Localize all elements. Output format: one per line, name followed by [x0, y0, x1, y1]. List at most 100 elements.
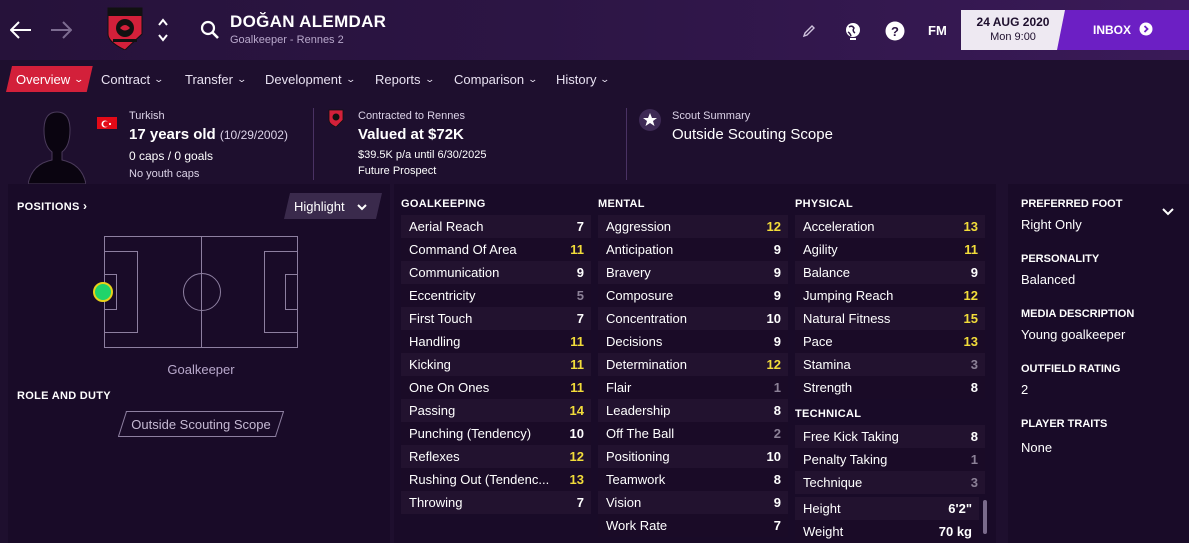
search-icon[interactable]	[200, 20, 220, 40]
edit-pencil-icon[interactable]	[802, 20, 816, 42]
attributes-scrollbar[interactable]	[983, 500, 987, 534]
attribute-row[interactable]: Command Of Area 11	[401, 238, 591, 261]
attribute-row[interactable]: Off The Ball 2	[598, 422, 788, 445]
personality-value[interactable]: Balanced	[1021, 272, 1075, 287]
attribute-row[interactable]: Flair 1	[598, 376, 788, 399]
attribute-row[interactable]: Composure 9	[598, 284, 788, 307]
attribute-row[interactable]: Technique 3	[795, 471, 985, 494]
pitch-six-yard-box-right	[285, 274, 298, 310]
attribute-row[interactable]: Kicking 11	[401, 353, 591, 376]
tab-development[interactable]: Development ⌄	[265, 66, 356, 92]
attribute-row[interactable]: Communication 9	[401, 261, 591, 284]
attribute-row[interactable]: Eccentricity 5	[401, 284, 591, 307]
contract-club[interactable]: Contracted to Rennes	[358, 110, 465, 122]
player-position-club[interactable]: Goalkeeper - Rennes 2	[230, 34, 344, 46]
attribute-row[interactable]: Free Kick Taking 8	[795, 425, 985, 448]
highlight-dropdown[interactable]: Highlight	[284, 193, 382, 219]
attribute-row[interactable]: Stamina 3	[795, 353, 985, 376]
tab-overview[interactable]: Overview ⌄	[6, 66, 93, 92]
fm-menu[interactable]: FM	[928, 23, 947, 38]
attribute-row[interactable]: Punching (Tendency) 10	[401, 422, 591, 445]
attribute-row[interactable]: Aerial Reach 7	[401, 215, 591, 238]
tab-reports[interactable]: Reports ⌄	[375, 66, 435, 92]
attribute-name: Free Kick Taking	[803, 429, 899, 444]
scout-star-icon	[638, 108, 662, 132]
attribute-name: Anticipation	[606, 242, 674, 257]
tab-comparison[interactable]: Comparison ⌄	[454, 66, 538, 92]
date-box[interactable]: 24 AUG 2020 Mon 9:00	[961, 10, 1065, 50]
tab-contract[interactable]: Contract ⌄	[101, 66, 164, 92]
attribute-row[interactable]: Leadership 8	[598, 399, 788, 422]
attribute-value: 5	[576, 288, 584, 303]
goalkeeper-position-marker[interactable]	[93, 282, 113, 302]
back-arrow-icon[interactable]	[9, 18, 33, 42]
attribute-row[interactable]: First Touch 7	[401, 307, 591, 330]
attribute-name: Leadership	[606, 403, 671, 418]
positions-title-text: POSITIONS	[17, 201, 80, 213]
inbox-button[interactable]: INBOX	[1057, 10, 1189, 50]
attribute-row[interactable]: Passing 14	[401, 399, 591, 422]
attribute-row[interactable]: One On Ones 11	[401, 376, 591, 399]
mental-title: MENTAL	[598, 198, 645, 210]
attribute-row[interactable]: Acceleration 13	[795, 215, 985, 238]
attribute-row[interactable]: Concentration 10	[598, 307, 788, 330]
attribute-row[interactable]: Strength 8	[795, 376, 985, 399]
attribute-row[interactable]: Positioning 10	[598, 445, 788, 468]
nationality[interactable]: Turkish	[129, 110, 165, 122]
tab-label: Contract	[101, 71, 151, 87]
attribute-row[interactable]: Natural Fitness 15	[795, 307, 985, 330]
attribute-name: Stamina	[803, 357, 851, 372]
attribute-name: Penalty Taking	[803, 452, 888, 467]
attribute-row[interactable]: Pace 13	[795, 330, 985, 353]
attribute-name: Throwing	[409, 495, 463, 510]
attribute-name: Determination	[606, 357, 687, 372]
attribute-row[interactable]: Penalty Taking 1	[795, 448, 985, 471]
attribute-row[interactable]: Bravery 9	[598, 261, 788, 284]
attribute-row[interactable]: Teamwork 8	[598, 468, 788, 491]
attribute-row[interactable]: Throwing 7	[401, 491, 591, 514]
attribute-name: Teamwork	[606, 472, 666, 487]
attribute-row[interactable]: Work Rate 7	[598, 514, 788, 537]
attribute-value: 9	[773, 334, 781, 349]
attribute-row[interactable]: Reflexes 12	[401, 445, 591, 468]
attribute-value: 7	[773, 518, 781, 533]
attribute-name: Kicking	[409, 357, 451, 372]
forward-arrow-icon[interactable]	[49, 18, 73, 42]
scout-summary-value[interactable]: Outside Scouting Scope	[672, 126, 833, 143]
attribute-row[interactable]: Balance 9	[795, 261, 985, 284]
club-crest-icon[interactable]	[104, 6, 146, 51]
attribute-name: Rushing Out (Tendenc...	[409, 472, 550, 487]
attribute-row[interactable]: Determination 12	[598, 353, 788, 376]
attribute-row[interactable]: Decisions 9	[598, 330, 788, 353]
bio-row[interactable]: Weight 70 kg	[795, 520, 979, 543]
attribute-row[interactable]: Handling 11	[401, 330, 591, 353]
player-age: 17 years old (10/29/2002)	[129, 126, 288, 143]
attribute-value: 9	[970, 265, 978, 280]
club-switch-chevrons-icon[interactable]	[157, 16, 169, 44]
chevron-right-icon: ›	[82, 199, 88, 213]
player-traits-label: PLAYER TRAITS	[1021, 418, 1108, 430]
attribute-row[interactable]: Vision 9	[598, 491, 788, 514]
bio-value: 70 kg	[938, 524, 972, 539]
tab-transfer[interactable]: Transfer ⌄	[185, 66, 247, 92]
attribute-value: 11	[570, 242, 584, 257]
preferred-foot-value: Right Only	[1021, 217, 1082, 232]
attribute-row[interactable]: Rushing Out (Tendenc... 13	[401, 468, 591, 491]
attribute-value: 1	[970, 452, 978, 467]
attribute-row[interactable]: Aggression 12	[598, 215, 788, 238]
attribute-row[interactable]: Agility 11	[795, 238, 985, 261]
attribute-row[interactable]: Anticipation 9	[598, 238, 788, 261]
positions-title[interactable]: POSITIONS ›	[17, 199, 87, 213]
help-question-icon[interactable]: ?	[885, 20, 905, 42]
tab-label: Overview	[16, 71, 71, 87]
attribute-value: 13	[963, 334, 978, 349]
attribute-row[interactable]: Jumping Reach 12	[795, 284, 985, 307]
attribute-value: 3	[970, 475, 978, 490]
tab-history[interactable]: History ⌄	[556, 66, 611, 92]
collapse-chevron-icon[interactable]	[1162, 203, 1174, 221]
tab-bar: Overview ⌄ Contract ⌄ Transfer ⌄ Developmen…	[0, 62, 1189, 94]
world-globe-icon[interactable]	[843, 20, 863, 42]
attribute-value: 15	[963, 311, 978, 326]
attribute-value: 13	[963, 219, 978, 234]
bio-row[interactable]: Height 6'2"	[795, 497, 979, 520]
